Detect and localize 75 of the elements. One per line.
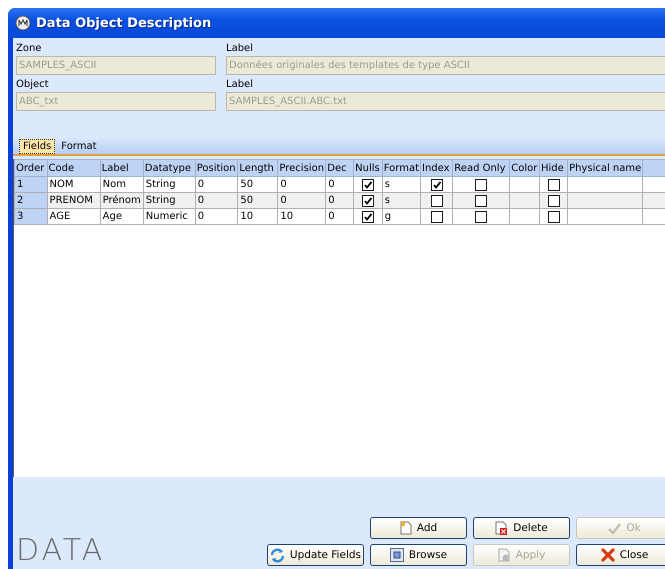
- checkbox[interactable]: [362, 210, 374, 222]
- checkbox[interactable]: [430, 178, 443, 190]
- table-cell: 10: [238, 208, 278, 224]
- close-icon: [600, 548, 615, 562]
- table-cell: 0: [278, 192, 326, 208]
- checkbox[interactable]: [548, 210, 560, 222]
- table-cell: 2: [14, 192, 48, 208]
- refresh-icon: [270, 548, 285, 562]
- button[interactable]: Update Fields: [267, 544, 364, 566]
- button[interactable]: Browse: [370, 544, 467, 566]
- table-cell: 50: [238, 176, 278, 192]
- checkbox[interactable]: [475, 210, 488, 222]
- table-cell: NOM: [47, 176, 100, 192]
- checkmark-icon: [608, 522, 622, 534]
- button[interactable]: Delete: [473, 517, 570, 539]
- column-header[interactable]: Code: [47, 160, 100, 176]
- delete-page-icon: [495, 521, 508, 535]
- column-header[interactable]: Nulls: [354, 160, 382, 176]
- table-cell: s: [382, 176, 420, 192]
- table-cell: String: [143, 176, 196, 192]
- table-cell: Prénom: [100, 192, 144, 208]
- table-cell: 0: [278, 176, 326, 192]
- window-title: Data Object Description: [36, 16, 212, 30]
- field-label: Zone: [16, 42, 42, 56]
- checkbox[interactable]: [430, 194, 443, 206]
- checkbox[interactable]: [548, 178, 560, 190]
- field-label: Label: [226, 42, 254, 56]
- column-header[interactable]: Position: [195, 160, 238, 176]
- checkbox[interactable]: [475, 194, 488, 206]
- column-header[interactable]: Datatype: [143, 160, 196, 176]
- field-label: Label: [226, 78, 254, 92]
- table-cell: Numeric: [143, 208, 196, 224]
- table-cell: 0: [326, 208, 354, 224]
- grid-icon: [390, 548, 404, 562]
- checkbox[interactable]: [475, 178, 488, 190]
- table-cell: 0: [195, 192, 238, 208]
- checkbox[interactable]: [362, 194, 374, 206]
- table-cell: 0: [326, 176, 354, 192]
- checkbox[interactable]: [548, 194, 560, 206]
- tab[interactable]: Format: [57, 139, 101, 154]
- table-cell: AGE: [47, 208, 100, 224]
- button[interactable]: Close: [576, 544, 665, 566]
- checkbox[interactable]: [362, 178, 374, 190]
- table-cell: s: [382, 192, 420, 208]
- tab[interactable]: Fields: [19, 139, 56, 154]
- table-cell: PRENOM: [47, 192, 100, 208]
- column-header[interactable]: Dec: [326, 160, 354, 176]
- field-label: Object: [16, 78, 50, 92]
- table-cell: Nom: [100, 176, 144, 192]
- table-cell: 0: [326, 192, 354, 208]
- app-icon: [15, 15, 31, 31]
- column-header[interactable]: Precision: [278, 160, 326, 176]
- table-cell: 50: [238, 192, 278, 208]
- column-header[interactable]: Format: [382, 160, 420, 176]
- button[interactable]: Add: [370, 517, 467, 539]
- table-cell: g: [382, 208, 420, 224]
- new-page-icon: [400, 521, 412, 535]
- column-header[interactable]: Order: [14, 160, 48, 176]
- table-cell: 0: [195, 176, 238, 192]
- column-header[interactable]: Color: [510, 160, 540, 176]
- table-cell: Age: [100, 208, 144, 224]
- column-header[interactable]: Physical name: [568, 160, 643, 176]
- column-header[interactable]: Index: [420, 160, 453, 176]
- column-header[interactable]: Length: [238, 160, 278, 176]
- column-header[interactable]: Read Only: [452, 160, 510, 176]
- column-header[interactable]: Label: [100, 160, 144, 176]
- column-header[interactable]: Hide: [539, 160, 568, 176]
- table-cell: 1: [14, 176, 48, 192]
- page-check-icon: [498, 548, 511, 562]
- table-cell: 0: [195, 208, 238, 224]
- table-cell: String: [143, 192, 196, 208]
- table-cell: 3: [14, 208, 48, 224]
- table-cell: 10: [278, 208, 326, 224]
- checkbox[interactable]: [430, 210, 443, 222]
- logo: DATA: [16, 536, 106, 566]
